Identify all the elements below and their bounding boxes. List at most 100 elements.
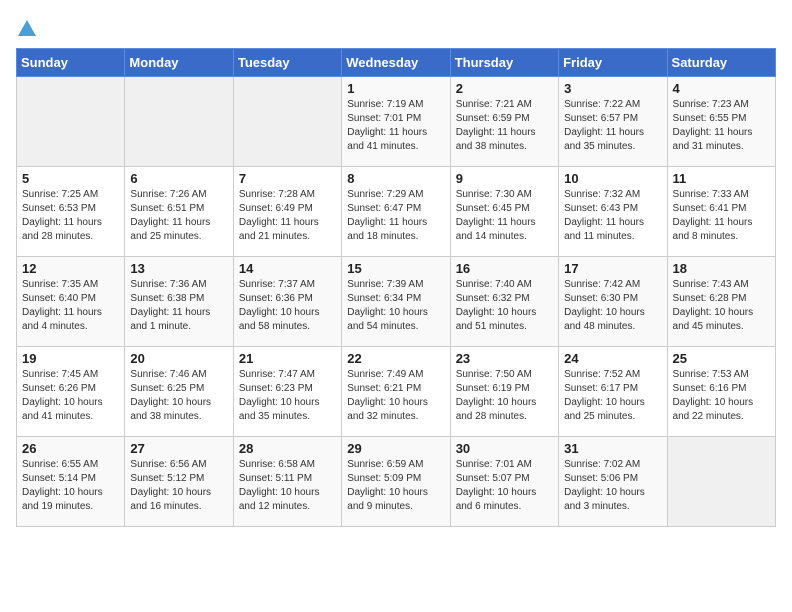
calendar-cell: 11 Sunrise: 7:33 AMSunset: 6:41 PMDayligh… [667,167,775,257]
calendar-cell: 24 Sunrise: 7:52 AMSunset: 6:17 PMDayligh… [559,347,667,437]
calendar-cell: 29 Sunrise: 6:59 AMSunset: 5:09 PMDayligh… [342,437,450,527]
day-number: 6 [130,171,227,186]
calendar-cell: 26 Sunrise: 6:55 AMSunset: 5:14 PMDayligh… [17,437,125,527]
day-number: 11 [673,171,770,186]
calendar-cell: 30 Sunrise: 7:01 AMSunset: 5:07 PMDayligh… [450,437,558,527]
calendar-cell: 2Sunrise: 7:21 AMSunset: 6:59 PMDaylight… [450,77,558,167]
day-info: Sunrise: 7:35 AMSunset: 6:40 PMDaylight:… [22,278,119,334]
calendar-cell: 23Sunrise: 7:50 AMSunset: 6:19 PMDayligh… [450,347,558,437]
calendar-cell: 16 Sunrise: 7:40 AMSunset: 6:32 PMDayligh… [450,257,558,347]
day-info: Sunrise: 7:40 AMSunset: 6:32 PMDaylight:… [456,278,553,334]
day-info: Sunrise: 7:26 AMSunset: 6:51 PMDaylight:… [130,188,227,244]
day-number: 29 [347,441,444,456]
day-number: 12 [22,261,119,276]
calendar-cell: 12 Sunrise: 7:35 AMSunset: 6:40 PMDayligh… [17,257,125,347]
logo-text [16,16,36,38]
day-info: Sunrise: 7:25 AMSunset: 6:53 PMDaylight:… [22,188,119,244]
day-info: Sunrise: 7:50 AMSunset: 6:19 PMDaylight:… [456,368,553,424]
day-info: Sunrise: 7:02 AMSunset: 5:06 PMDaylight:… [564,458,661,514]
calendar-cell: 10 Sunrise: 7:32 AMSunset: 6:43 PMDayligh… [559,167,667,257]
day-number: 10 [564,171,661,186]
calendar-cell: 22 Sunrise: 7:49 AMSunset: 6:21 PMDayligh… [342,347,450,437]
calendar-cell: 27 Sunrise: 6:56 AMSunset: 5:12 PMDayligh… [125,437,233,527]
calendar-cell: 20Sunrise: 7:46 AMSunset: 6:25 PMDayligh… [125,347,233,437]
day-number: 1 [347,81,444,96]
weekday-header-sunday: Sunday [17,49,125,77]
calendar-cell: 9 Sunrise: 7:30 AMSunset: 6:45 PMDaylight… [450,167,558,257]
calendar-cell: 18 Sunrise: 7:43 AMSunset: 6:28 PMDayligh… [667,257,775,347]
day-info: Sunrise: 7:33 AMSunset: 6:41 PMDaylight:… [673,188,770,244]
day-number: 24 [564,351,661,366]
calendar-cell: 21 Sunrise: 7:47 AMSunset: 6:23 PMDayligh… [233,347,341,437]
weekday-header-row: SundayMondayTuesdayWednesdayThursdayFrid… [17,49,776,77]
calendar-cell: 1 Sunrise: 7:19 AMSunset: 7:01 PMDaylight… [342,77,450,167]
day-number: 31 [564,441,661,456]
calendar-cell: 3 Sunrise: 7:22 AMSunset: 6:57 PMDaylight… [559,77,667,167]
logo [16,16,36,38]
calendar-week-row: 1 Sunrise: 7:19 AMSunset: 7:01 PMDaylight… [17,77,776,167]
day-number: 5 [22,171,119,186]
day-number: 14 [239,261,336,276]
logo-icon [18,20,36,36]
day-number: 19 [22,351,119,366]
day-number: 13 [130,261,227,276]
day-number: 21 [239,351,336,366]
page-header [16,16,776,38]
day-number: 18 [673,261,770,276]
day-info: Sunrise: 7:28 AMSunset: 6:49 PMDaylight:… [239,188,336,244]
day-info: Sunrise: 7:32 AMSunset: 6:43 PMDaylight:… [564,188,661,244]
day-info: Sunrise: 7:53 AMSunset: 6:16 PMDaylight:… [673,368,770,424]
day-info: Sunrise: 7:29 AMSunset: 6:47 PMDaylight:… [347,188,444,244]
day-info: Sunrise: 7:45 AMSunset: 6:26 PMDaylight:… [22,368,119,424]
calendar-cell [125,77,233,167]
calendar-week-row: 26 Sunrise: 6:55 AMSunset: 5:14 PMDayligh… [17,437,776,527]
day-number: 4 [673,81,770,96]
weekday-header-saturday: Saturday [667,49,775,77]
day-info: Sunrise: 7:19 AMSunset: 7:01 PMDaylight:… [347,98,444,154]
day-info: Sunrise: 6:59 AMSunset: 5:09 PMDaylight:… [347,458,444,514]
day-number: 25 [673,351,770,366]
day-info: Sunrise: 7:47 AMSunset: 6:23 PMDaylight:… [239,368,336,424]
weekday-header-monday: Monday [125,49,233,77]
day-info: Sunrise: 7:43 AMSunset: 6:28 PMDaylight:… [673,278,770,334]
day-number: 27 [130,441,227,456]
calendar-cell [667,437,775,527]
day-info: Sunrise: 6:55 AMSunset: 5:14 PMDaylight:… [22,458,119,514]
calendar-cell: 5 Sunrise: 7:25 AMSunset: 6:53 PMDaylight… [17,167,125,257]
calendar-cell: 25 Sunrise: 7:53 AMSunset: 6:16 PMDayligh… [667,347,775,437]
day-info: Sunrise: 7:01 AMSunset: 5:07 PMDaylight:… [456,458,553,514]
day-number: 26 [22,441,119,456]
day-number: 30 [456,441,553,456]
day-number: 9 [456,171,553,186]
calendar-table: SundayMondayTuesdayWednesdayThursdayFrid… [16,48,776,527]
day-number: 22 [347,351,444,366]
day-number: 17 [564,261,661,276]
day-info: Sunrise: 6:58 AMSunset: 5:11 PMDaylight:… [239,458,336,514]
day-info: Sunrise: 7:36 AMSunset: 6:38 PMDaylight:… [130,278,227,334]
calendar-week-row: 19 Sunrise: 7:45 AMSunset: 6:26 PMDayligh… [17,347,776,437]
day-info: Sunrise: 7:42 AMSunset: 6:30 PMDaylight:… [564,278,661,334]
calendar-cell: 15 Sunrise: 7:39 AMSunset: 6:34 PMDayligh… [342,257,450,347]
day-number: 8 [347,171,444,186]
weekday-header-friday: Friday [559,49,667,77]
day-info: Sunrise: 7:39 AMSunset: 6:34 PMDaylight:… [347,278,444,334]
day-number: 3 [564,81,661,96]
day-info: Sunrise: 7:49 AMSunset: 6:21 PMDaylight:… [347,368,444,424]
weekday-header-wednesday: Wednesday [342,49,450,77]
day-number: 2 [456,81,553,96]
day-info: Sunrise: 6:56 AMSunset: 5:12 PMDaylight:… [130,458,227,514]
day-number: 7 [239,171,336,186]
day-info: Sunrise: 7:52 AMSunset: 6:17 PMDaylight:… [564,368,661,424]
calendar-cell: 13 Sunrise: 7:36 AMSunset: 6:38 PMDayligh… [125,257,233,347]
calendar-cell: 7 Sunrise: 7:28 AMSunset: 6:49 PMDaylight… [233,167,341,257]
calendar-cell: 31 Sunrise: 7:02 AMSunset: 5:06 PMDayligh… [559,437,667,527]
day-number: 16 [456,261,553,276]
day-number: 15 [347,261,444,276]
day-info: Sunrise: 7:46 AMSunset: 6:25 PMDaylight:… [130,368,227,424]
day-number: 28 [239,441,336,456]
day-info: Sunrise: 7:22 AMSunset: 6:57 PMDaylight:… [564,98,661,154]
day-info: Sunrise: 7:23 AMSunset: 6:55 PMDaylight:… [673,98,770,154]
day-info: Sunrise: 7:30 AMSunset: 6:45 PMDaylight:… [456,188,553,244]
calendar-cell [17,77,125,167]
day-info: Sunrise: 7:37 AMSunset: 6:36 PMDaylight:… [239,278,336,334]
